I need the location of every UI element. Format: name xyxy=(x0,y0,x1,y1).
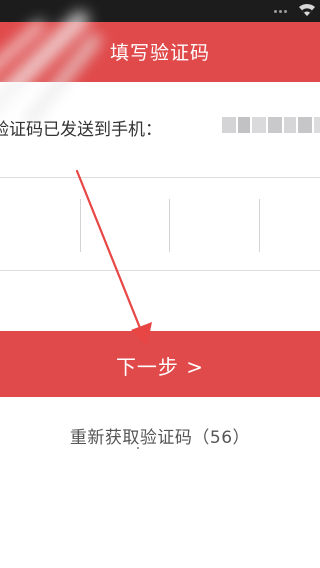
code-digit-3[interactable] xyxy=(170,178,259,270)
annotation-arrow-icon xyxy=(75,169,152,346)
code-digit-2[interactable] xyxy=(81,178,169,270)
header-bar: 填写验证码 xyxy=(0,22,320,82)
code-digit-1[interactable] xyxy=(0,178,80,270)
next-step-label: 下一步 > xyxy=(115,355,205,379)
stray-dot xyxy=(137,447,139,449)
verification-screen: 填写验证码 验证码已发送到手机： 下一步 > 重新获取验证码（56） xyxy=(0,0,320,568)
masked-phone-number xyxy=(222,114,320,136)
wifi-icon xyxy=(299,3,315,16)
next-step-button[interactable]: 下一步 > xyxy=(0,331,320,397)
signal-indicator xyxy=(274,10,287,13)
code-digit-4[interactable] xyxy=(260,178,320,270)
resend-code-link[interactable]: 重新获取验证码（56） xyxy=(0,423,320,448)
page-title: 填写验证码 xyxy=(109,42,210,64)
verification-code-input[interactable] xyxy=(0,177,320,271)
status-bar xyxy=(0,0,320,22)
sent-to-phone-text: 验证码已发送到手机： xyxy=(0,120,162,140)
